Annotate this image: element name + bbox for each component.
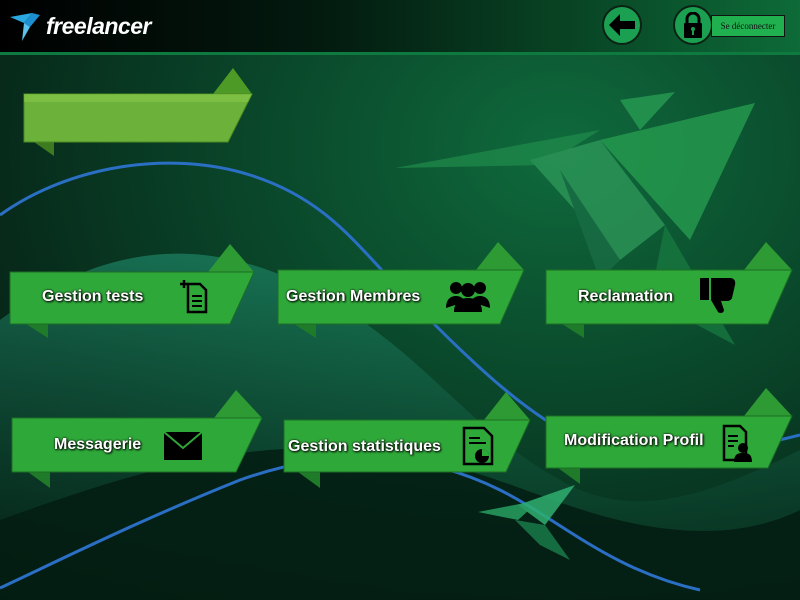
gestion-tests-tile[interactable]: Gestion tests — [8, 242, 258, 338]
arrow-left-icon — [609, 14, 635, 36]
title-banner — [20, 66, 253, 158]
logo-text: freelancer — [46, 12, 151, 39]
logout-button[interactable]: Se déconnecter — [711, 15, 785, 37]
lock-icon — [684, 12, 702, 38]
reclamation-label: Reclamation — [578, 288, 674, 305]
envelope-icon — [164, 432, 202, 460]
modification-profil-tile[interactable]: Modification Profil — [544, 388, 794, 486]
report-chart-icon — [462, 426, 494, 466]
gestion-tests-label: Gestion tests — [42, 288, 144, 305]
top-bar: freelancer Se déconnecter — [0, 0, 800, 55]
freelancer-logo[interactable]: freelancer — [10, 8, 151, 44]
gestion-membres-tile[interactable]: Gestion Membres — [276, 240, 526, 338]
thumbs-down-icon — [700, 278, 736, 314]
messagerie-label: Messagerie — [54, 436, 142, 453]
user-profile-document-icon — [722, 424, 752, 462]
title-banner-shape — [23, 68, 253, 156]
gestion-statistiques-tile[interactable]: Gestion statistiques — [282, 390, 532, 488]
hummingbird-logo-icon — [10, 13, 40, 41]
gestion-membres-label: Gestion Membres — [286, 288, 421, 305]
back-button[interactable] — [602, 5, 642, 45]
group-users-icon — [446, 282, 490, 312]
add-document-icon — [180, 280, 208, 314]
lock-button[interactable] — [673, 5, 713, 45]
modification-profil-label: Modification Profil — [564, 432, 704, 449]
messagerie-tile[interactable]: Messagerie — [10, 388, 264, 488]
gestion-statistiques-label: Gestion statistiques — [288, 438, 441, 455]
reclamation-tile[interactable]: Reclamation — [544, 240, 794, 338]
